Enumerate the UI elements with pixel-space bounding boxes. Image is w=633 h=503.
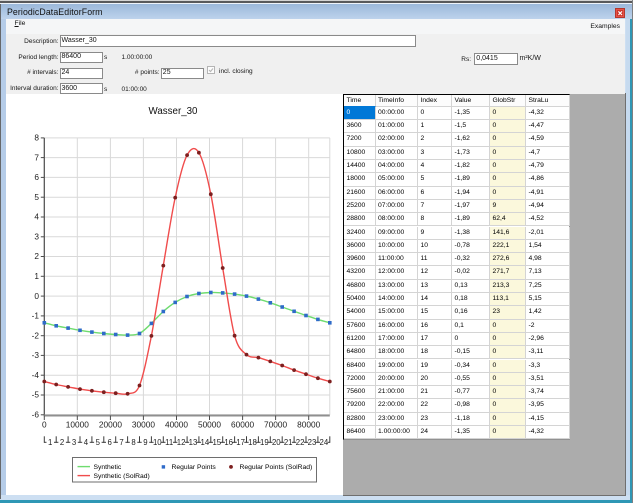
svg-text:2: 2	[34, 251, 39, 261]
svg-text:10: 10	[153, 438, 162, 447]
svg-text:4: 4	[34, 212, 39, 222]
svg-text:Regular Points (SolRad): Regular Points (SolRad)	[240, 464, 313, 471]
svg-text:20: 20	[272, 438, 281, 447]
svg-text:8: 8	[34, 133, 39, 143]
svg-text:12: 12	[177, 438, 186, 447]
svg-text:19: 19	[260, 438, 269, 447]
svg-text:70000: 70000	[264, 420, 287, 430]
svg-text:4: 4	[84, 438, 89, 447]
svg-text:-1: -1	[32, 311, 40, 321]
svg-text:-2: -2	[32, 330, 40, 340]
svg-text:14: 14	[201, 438, 210, 447]
svg-text:6: 6	[34, 172, 39, 182]
svg-text:1: 1	[34, 271, 39, 281]
svg-text:0: 0	[42, 420, 47, 430]
svg-text:5: 5	[34, 192, 39, 202]
svg-text:Wasser_30: Wasser_30	[149, 106, 199, 117]
svg-text:16: 16	[224, 438, 233, 447]
svg-text:50000: 50000	[198, 420, 221, 430]
svg-text:1: 1	[48, 438, 52, 447]
svg-text:0: 0	[34, 291, 39, 301]
svg-text:23: 23	[308, 438, 317, 447]
svg-text:9: 9	[143, 438, 147, 447]
svg-text:60000: 60000	[231, 420, 254, 430]
svg-text:Synthetic: Synthetic	[94, 464, 122, 471]
svg-text:17: 17	[236, 438, 245, 447]
svg-text:80000: 80000	[297, 420, 320, 430]
svg-text:22: 22	[296, 438, 305, 447]
svg-text:10000: 10000	[66, 420, 89, 430]
svg-text:3: 3	[34, 232, 39, 242]
svg-text:13: 13	[189, 438, 198, 447]
svg-text:11: 11	[165, 438, 173, 447]
svg-text:21: 21	[284, 438, 293, 447]
svg-text:2: 2	[60, 438, 64, 447]
svg-text:-6: -6	[32, 410, 40, 420]
svg-text:Synthetic (SolRad): Synthetic (SolRad)	[94, 473, 150, 480]
svg-text:-4: -4	[32, 370, 40, 380]
svg-text:15: 15	[212, 438, 221, 447]
svg-text:Regular Points: Regular Points	[172, 464, 217, 471]
svg-text:6: 6	[108, 438, 112, 447]
svg-text:3: 3	[72, 438, 76, 447]
svg-text:-5: -5	[32, 390, 40, 400]
svg-text:40000: 40000	[165, 420, 188, 430]
svg-text:20000: 20000	[99, 420, 122, 430]
svg-text:8: 8	[131, 438, 135, 447]
svg-text:7: 7	[119, 438, 123, 447]
svg-text:30000: 30000	[132, 420, 155, 430]
svg-text:24: 24	[320, 438, 329, 447]
svg-text:7: 7	[34, 152, 39, 162]
svg-text:5: 5	[96, 438, 101, 447]
svg-text:18: 18	[248, 438, 257, 447]
svg-text:-3: -3	[32, 350, 40, 360]
